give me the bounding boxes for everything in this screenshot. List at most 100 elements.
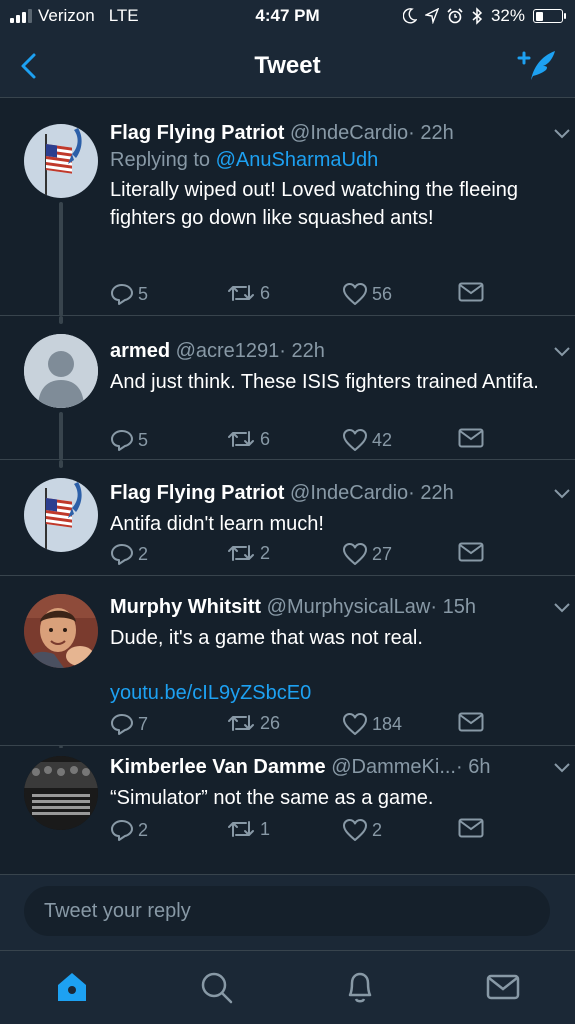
reply-button[interactable]: 5 — [110, 282, 148, 306]
tweet[interactable]: Kimberlee Van Damme @DammeKi...· 6h “Sim… — [0, 746, 575, 860]
likes-count: 42 — [372, 429, 393, 450]
heart-icon — [343, 543, 367, 565]
chevron-down-icon[interactable] — [553, 488, 571, 500]
like-button[interactable]: 56 — [342, 282, 392, 306]
retweet-button[interactable]: 26 — [226, 712, 280, 734]
reply-bar — [0, 874, 575, 950]
display-name[interactable]: Flag Flying Patriot — [110, 122, 284, 144]
tweet-text: “Simulator” not the same as a game. — [110, 787, 434, 809]
search-icon[interactable] — [198, 969, 234, 1005]
username[interactable]: @acre1291 — [176, 340, 280, 362]
messages-icon[interactable] — [485, 969, 521, 1005]
direct-message-button[interactable] — [458, 428, 484, 448]
avatar[interactable] — [24, 756, 98, 830]
display-name[interactable]: armed — [110, 340, 170, 362]
tweet-text: Antifa didn't learn much! — [110, 513, 324, 535]
heart-icon — [343, 819, 367, 841]
replies-count: 7 — [138, 713, 149, 734]
page-title: Tweet — [254, 52, 321, 79]
tweet[interactable]: Flag Flying Patriot @IndeCardio· 22h Rep… — [0, 106, 575, 316]
avatar[interactable] — [24, 124, 98, 198]
direct-message-button[interactable] — [458, 818, 484, 838]
direct-message-icon — [458, 542, 484, 562]
chevron-down-icon[interactable] — [553, 128, 571, 140]
timestamp: 22h — [420, 122, 454, 144]
direct-message-icon — [458, 428, 484, 448]
retweet-button[interactable]: 6 — [226, 428, 270, 450]
retweet-icon — [228, 431, 254, 447]
retweets-count: 2 — [260, 542, 271, 563]
tweet[interactable]: armed @acre1291· 22h And just think. The… — [0, 316, 575, 460]
username[interactable]: @MurphysicalLaw — [267, 596, 431, 618]
navigation-header: Tweet — [0, 34, 575, 98]
display-name[interactable]: Murphy Whitsitt — [110, 596, 261, 618]
separator-dot: · — [279, 340, 286, 362]
likes-count: 2 — [372, 819, 383, 840]
retweets-count: 6 — [260, 428, 271, 449]
direct-message-icon — [458, 818, 484, 838]
reply-icon — [111, 820, 133, 841]
heart-icon — [343, 713, 367, 735]
direct-message-button[interactable] — [458, 542, 484, 562]
avatar[interactable] — [24, 594, 98, 668]
retweet-icon — [228, 715, 254, 731]
tweet-text: Dude, it's a game that was not real. — [110, 627, 423, 649]
tab-bar — [0, 950, 575, 1024]
like-button[interactable]: 184 — [342, 712, 402, 736]
retweet-button[interactable]: 6 — [226, 282, 270, 304]
retweet-icon — [228, 285, 254, 301]
replying-to-label: Replying to — [110, 149, 216, 171]
mention-link[interactable]: @AnuSharmaUdh — [216, 149, 379, 171]
default-avatar-image — [24, 334, 98, 408]
like-button[interactable]: 42 — [342, 428, 392, 452]
separator-dot: · — [430, 596, 438, 618]
reply-button[interactable]: 7 — [110, 712, 148, 736]
tweet-actions: 2 2 27 — [110, 542, 510, 568]
direct-message-button[interactable] — [458, 282, 484, 302]
youtube-link[interactable]: youtu.be/cIL9yZSbcE0 — [110, 682, 557, 705]
likes-count: 184 — [372, 713, 403, 734]
username[interactable]: @DammeKi... — [331, 756, 456, 778]
reply-icon — [111, 714, 133, 735]
thread-line — [59, 460, 63, 468]
retweet-button[interactable]: 2 — [226, 542, 270, 564]
status-bar: Verizon LTE 4:47 PM 32% — [0, 0, 575, 34]
chevron-down-icon[interactable] — [553, 762, 571, 774]
chevron-down-icon[interactable] — [553, 346, 571, 358]
reply-icon — [111, 544, 133, 565]
reply-button[interactable]: 2 — [110, 818, 148, 842]
retweets-count: 1 — [260, 818, 271, 839]
home-icon[interactable] — [54, 969, 90, 1005]
avatar[interactable] — [24, 334, 98, 408]
group-photo-avatar-image — [24, 756, 98, 830]
thread-line — [59, 316, 63, 324]
retweet-button[interactable]: 1 — [226, 818, 270, 840]
timestamp: 6h — [468, 756, 491, 778]
username[interactable]: @IndeCardio — [290, 122, 408, 144]
replies-count: 2 — [138, 819, 149, 840]
timestamp: 22h — [291, 340, 325, 362]
like-button[interactable]: 27 — [342, 542, 392, 566]
notifications-icon[interactable] — [342, 969, 378, 1005]
reply-button[interactable]: 5 — [110, 428, 148, 452]
separator-dot: · — [408, 122, 415, 144]
likes-count: 56 — [372, 283, 393, 304]
tweet[interactable]: Flag Flying Patriot @IndeCardio· 22h Ant… — [0, 460, 575, 576]
display-name[interactable]: Flag Flying Patriot — [110, 482, 284, 504]
alarm-icon — [447, 8, 463, 24]
location-icon — [424, 8, 439, 24]
display-name[interactable]: Kimberlee Van Damme — [110, 756, 326, 778]
reply-button[interactable]: 2 — [110, 542, 148, 566]
tweet-thread: Flag Flying Patriot @IndeCardio· 22h Rep… — [0, 106, 575, 860]
chevron-down-icon[interactable] — [553, 602, 571, 614]
username[interactable]: @IndeCardio — [290, 482, 408, 504]
heart-icon — [343, 283, 367, 305]
like-button[interactable]: 2 — [342, 818, 382, 842]
direct-message-button[interactable] — [458, 712, 484, 732]
reply-input[interactable] — [24, 886, 550, 936]
thread-line — [59, 202, 63, 316]
tweet[interactable]: Murphy Whitsitt @MurphysicalLaw· 15h Dud… — [0, 576, 575, 746]
avatar[interactable] — [24, 478, 98, 552]
compose-tweet-icon[interactable] — [517, 48, 557, 84]
reply-icon — [111, 284, 133, 305]
